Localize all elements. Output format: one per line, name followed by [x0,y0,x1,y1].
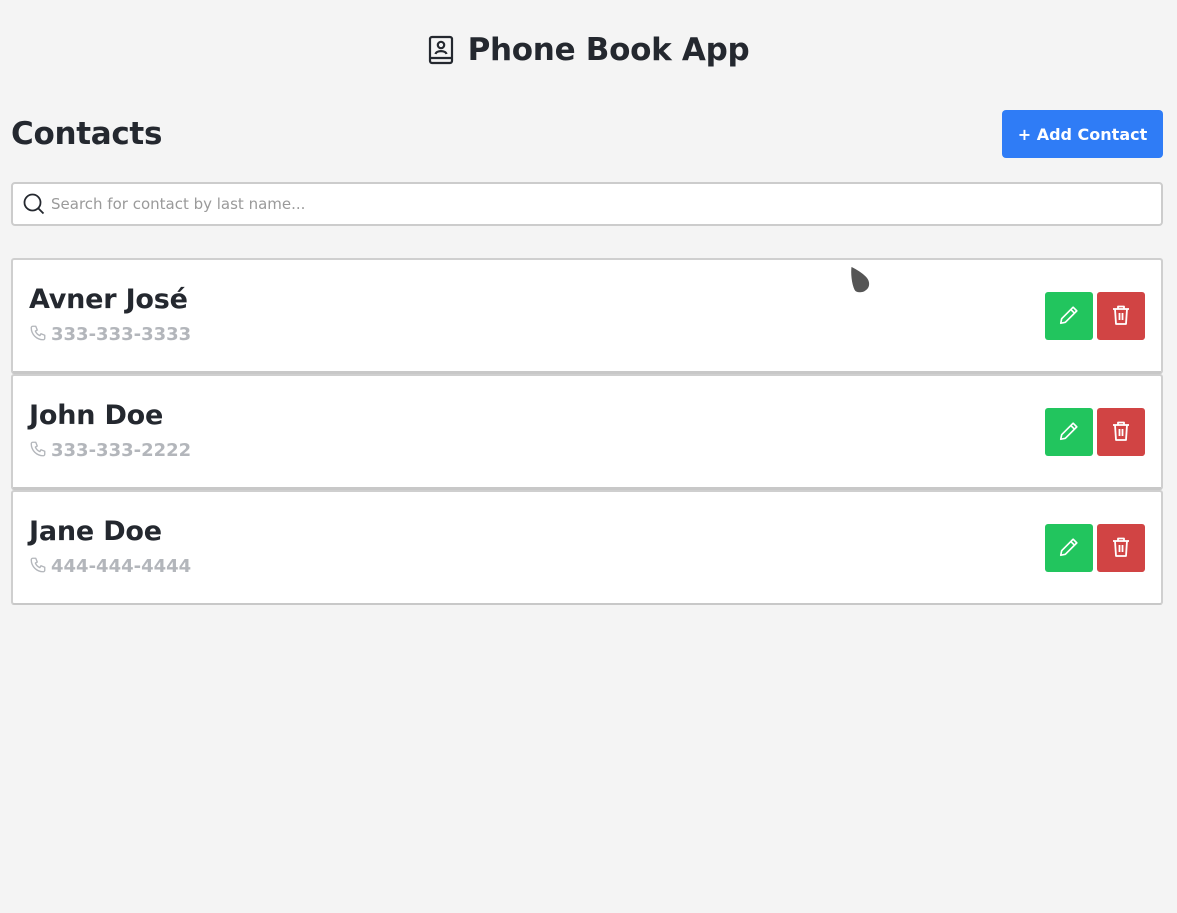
contact-card: Avner José 333-333-3333 [11,258,1163,374]
contact-list: Avner José 333-333-3333 John Doe 333-333… [11,258,1163,605]
contact-phone: 444-444-4444 [51,556,192,577]
pencil-icon [1058,420,1080,445]
add-contact-button[interactable]: + Add Contact [1002,110,1163,158]
search-input[interactable] [51,186,1161,222]
contact-phone-row: 444-444-4444 [29,556,191,578]
contact-phone: 333-333-2222 [51,440,192,461]
pencil-icon [1058,304,1080,329]
phone-icon [29,440,47,462]
address-book-icon [428,35,454,65]
contact-actions [1045,408,1145,456]
trash-icon [1111,536,1131,561]
search-box [11,182,1163,226]
edit-contact-button[interactable] [1045,408,1093,456]
trash-icon [1111,420,1131,445]
delete-contact-button[interactable] [1097,292,1145,340]
contact-phone-row: 333-333-2222 [29,440,191,462]
app-title: Phone Book App [467,32,750,68]
contact-phone-row: 333-333-3333 [29,324,191,346]
phone-icon [29,324,47,346]
contact-actions [1045,524,1145,572]
cursor-icon [850,265,871,294]
delete-contact-button[interactable] [1097,408,1145,456]
contact-name: Avner José [29,284,188,315]
app-header: Phone Book App [0,30,1177,70]
contact-actions [1045,292,1145,340]
edit-contact-button[interactable] [1045,524,1093,572]
delete-contact-button[interactable] [1097,524,1145,572]
search-icon [23,193,45,215]
contact-name: Jane Doe [29,516,162,547]
page-title: Contacts [11,116,163,152]
trash-icon [1111,304,1131,329]
contact-phone: 333-333-3333 [51,324,192,345]
contact-card: Jane Doe 444-444-4444 [11,490,1163,605]
pencil-icon [1058,536,1080,561]
phone-icon [29,556,47,578]
contact-card: John Doe 333-333-2222 [11,374,1163,490]
edit-contact-button[interactable] [1045,292,1093,340]
contact-name: John Doe [29,400,164,431]
